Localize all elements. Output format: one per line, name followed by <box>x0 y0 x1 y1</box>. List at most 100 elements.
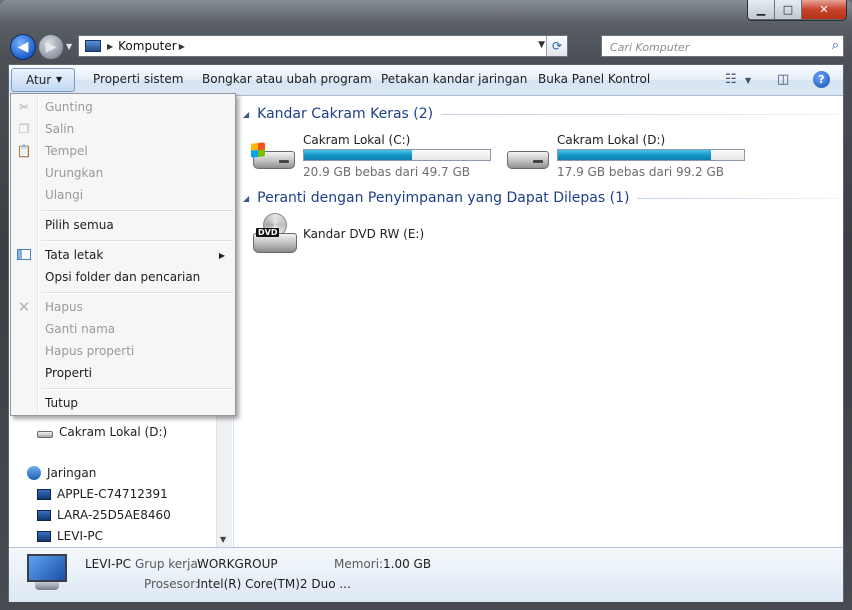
refresh-button[interactable]: ⟳ <box>546 36 567 56</box>
menu-item-remove-properties[interactable]: Hapus properti <box>45 344 134 358</box>
layout-icon <box>17 249 31 260</box>
search-box: ⌕ <box>601 35 844 57</box>
content-area: ◢ Kandar Cakram Keras (2) Cakram Lokal (… <box>239 95 843 547</box>
computer-icon <box>37 488 51 500</box>
group-header-removable-storage[interactable]: ◢ Peranti dengan Penyimpanan yang Dapat … <box>239 190 839 206</box>
command-bar: Atur ▼ Properti sistem Bongkar atau ubah… <box>9 65 843 96</box>
nav-item-label: Cakram Lokal (D:) <box>59 425 168 439</box>
search-input[interactable] <box>608 37 812 57</box>
breadcrumb-komputer[interactable]: Komputer <box>118 39 177 53</box>
delete-icon: ✕ <box>17 298 31 316</box>
windows-logo-icon <box>251 142 265 158</box>
group-title: Kandar Cakram Keras (2) <box>257 106 434 122</box>
group-title: Peranti dengan Penyimpanan yang Dapat Di… <box>257 190 630 206</box>
paste-icon: 📋 <box>16 144 32 158</box>
menu-item-properties[interactable]: Properti <box>45 366 92 380</box>
preview-pane-icon[interactable]: ◫ <box>777 72 789 87</box>
minimize-button[interactable]: ▁ <box>748 0 775 19</box>
computer-icon <box>25 554 69 592</box>
close-button[interactable]: ✕ <box>802 0 846 19</box>
drive-name: Cakram Lokal (C:) <box>303 133 411 147</box>
group-divider <box>441 113 839 115</box>
nav-item-network[interactable]: Jaringan <box>27 466 96 480</box>
collapse-icon[interactable]: ◢ <box>243 110 249 119</box>
drive-free-space: 20.9 GB bebas dari 49.7 GB <box>303 165 471 179</box>
breadcrumb-separator-icon[interactable]: ▶ <box>107 42 113 51</box>
menu-item-undo[interactable]: Urungkan <box>45 166 103 180</box>
dvd-drive-icon: DVD <box>253 213 297 255</box>
maximize-button[interactable]: □ <box>775 0 802 19</box>
network-icon <box>27 466 41 480</box>
refresh-icon: ⟳ <box>551 39 563 53</box>
recent-pages-dropdown[interactable]: ▼ <box>66 42 72 51</box>
dvd-badge: DVD <box>256 228 280 237</box>
menu-separator <box>41 210 233 212</box>
hard-drive-icon <box>251 142 297 169</box>
change-view-icon[interactable]: ☷ <box>725 72 737 87</box>
nav-item-computer[interactable]: LARA-25D5AE8460 <box>37 508 171 522</box>
menu-item-redo[interactable]: Ulangi <box>45 188 83 202</box>
menu-item-folder-options[interactable]: Opsi folder dan pencarian <box>45 270 200 284</box>
uninstall-program-button[interactable]: Bongkar atau ubah program <box>202 72 372 86</box>
submenu-arrow-icon: ▶ <box>218 251 225 260</box>
menu-item-select-all[interactable]: Pilih semua <box>45 218 114 232</box>
nav-item-label: Jaringan <box>47 466 97 480</box>
nav-item-computer[interactable]: APPLE-C74712391 <box>37 487 168 501</box>
menu-separator <box>41 292 233 294</box>
menu-item-rename[interactable]: Ganti nama <box>45 322 115 336</box>
menu-item-copy[interactable]: Salin <box>45 122 74 136</box>
computer-name: LEVI-PC <box>85 557 131 571</box>
scissors-icon: ✂ <box>18 100 30 114</box>
address-dropdown-icon[interactable]: ▼ <box>538 40 545 50</box>
arrow-right-icon: ▶ <box>45 39 57 55</box>
menu-item-delete[interactable]: Hapus <box>45 300 83 314</box>
address-bar[interactable]: ▶ Komputer ▶ ▼ ⟳ <box>78 35 568 57</box>
organize-menu: ✂ Gunting ❐ Salin 📋 Tempel Urungkan Ulan… <box>10 93 236 416</box>
forward-button[interactable]: ▶ <box>38 34 64 60</box>
menu-item-cut[interactable]: Gunting <box>45 100 93 114</box>
nav-item-label: LARA-25D5AE8460 <box>57 508 171 522</box>
organize-button[interactable]: Atur ▼ <box>11 68 75 92</box>
processor-value: Intel(R) Core(TM)2 Duo ... <box>197 577 351 591</box>
map-network-drive-button[interactable]: Petakan kandar jaringan <box>381 72 527 86</box>
collapse-icon[interactable]: ◢ <box>243 194 249 203</box>
drive-item-d[interactable]: Cakram Lokal (D:) 17.9 GB bebas dari 99.… <box>505 133 755 181</box>
drive-item-c[interactable]: Cakram Lokal (C:) 20.9 GB bebas dari 49.… <box>251 133 501 181</box>
nav-item-computer[interactable]: LEVI-PC <box>37 529 103 543</box>
workgroup-value: WORKGROUP <box>197 557 278 571</box>
nav-item-drive-d[interactable]: Cakram Lokal (D:) <box>37 425 167 439</box>
drive-free-space: 17.9 GB bebas dari 99.2 GB <box>557 165 725 179</box>
view-options-dropdown-icon[interactable]: ▼ <box>745 76 751 85</box>
memory-value: 1.00 GB <box>383 557 432 571</box>
navigation-bar: ◀ ▶ ▼ ▶ Komputer ▶ ▼ ⟳ ⌕ <box>8 32 844 60</box>
chevron-down-icon: ▼ <box>56 75 63 84</box>
caption-buttons: ▁ □ ✕ <box>747 0 847 21</box>
workgroup-label: Grup kerja: <box>135 557 202 571</box>
computer-icon <box>37 509 51 521</box>
back-button[interactable]: ◀ <box>10 34 36 60</box>
menu-separator <box>41 388 233 390</box>
arrow-left-icon: ◀ <box>17 39 29 55</box>
menu-item-layout[interactable]: Tata letak <box>45 248 103 262</box>
nav-item-label: APPLE-C74712391 <box>57 487 168 501</box>
menu-item-close[interactable]: Tutup <box>45 396 78 410</box>
nav-item-label: LEVI-PC <box>57 529 103 543</box>
menu-item-paste[interactable]: Tempel <box>45 144 88 158</box>
drive-usage-bar <box>557 149 745 161</box>
drive-item-dvd[interactable]: DVD Kandar DVD RW (E:) <box>251 213 451 261</box>
open-control-panel-button[interactable]: Buka Panel Kontrol <box>538 72 650 86</box>
group-divider <box>637 197 839 199</box>
drive-usage-bar <box>303 149 491 161</box>
organize-label: Atur <box>26 73 52 87</box>
drive-name: Cakram Lokal (D:) <box>557 133 666 147</box>
group-header-hard-drives[interactable]: ◢ Kandar Cakram Keras (2) <box>239 106 839 122</box>
breadcrumb-separator-icon[interactable]: ▶ <box>179 42 185 51</box>
details-pane: LEVI-PC Grup kerja: WORKGROUP Memori: 1.… <box>9 547 843 602</box>
scroll-down-icon[interactable]: ▼ <box>220 535 226 544</box>
drive-name: Kandar DVD RW (E:) <box>303 227 425 241</box>
help-icon[interactable]: ? <box>813 71 830 88</box>
system-properties-button[interactable]: Properti sistem <box>93 72 183 86</box>
search-icon[interactable]: ⌕ <box>832 38 839 53</box>
processor-label: Prosesor: <box>144 577 200 591</box>
drive-usage-fill <box>558 150 711 160</box>
